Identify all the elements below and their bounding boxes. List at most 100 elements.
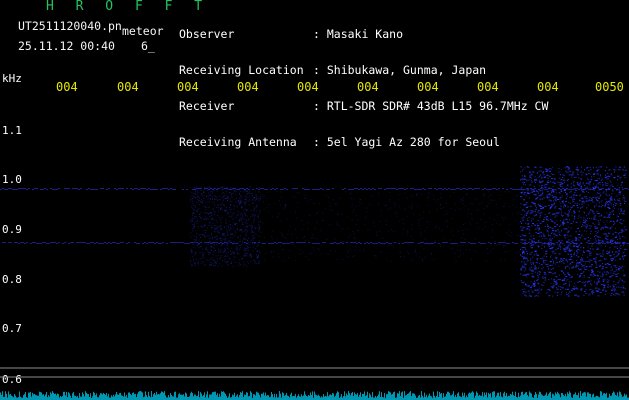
signal-pixel — [542, 237, 544, 239]
signal-pixel — [2, 242, 4, 243]
signal-pixel — [193, 235, 195, 237]
signal-pixel — [254, 228, 256, 230]
signal-pixel — [426, 243, 428, 245]
signal-pixel — [294, 228, 296, 230]
signal-pixel — [239, 191, 241, 193]
baseline-bar — [298, 394, 299, 400]
signal-pixel — [201, 201, 203, 203]
signal-pixel — [574, 189, 576, 191]
x-tick-label: 004 — [477, 80, 499, 94]
signal-pixel — [521, 186, 523, 188]
signal-pixel — [259, 252, 261, 254]
signal-pixel — [524, 258, 526, 260]
signal-pixel — [192, 212, 194, 214]
signal-pixel — [413, 212, 415, 214]
baseline-bar — [248, 396, 249, 400]
signal-pixel — [380, 241, 382, 243]
signal-pixel — [78, 242, 80, 243]
signal-pixel — [206, 189, 208, 191]
baseline-bar — [589, 393, 590, 400]
signal-pixel — [146, 189, 148, 190]
signal-pixel — [550, 282, 552, 284]
baseline-bar — [325, 395, 326, 400]
signal-pixel — [535, 208, 537, 210]
signal-pixel — [191, 252, 193, 254]
signal-pixel — [616, 255, 619, 257]
signal-pixel — [603, 286, 605, 288]
baseline-bar — [240, 392, 241, 400]
signal-pixel — [211, 233, 213, 235]
signal-pixel — [551, 177, 554, 179]
signal-pixel — [606, 279, 608, 281]
signal-pixel — [589, 166, 591, 168]
signal-pixel — [602, 254, 604, 256]
signal-pixel — [231, 233, 233, 235]
signal-pixel — [108, 188, 110, 189]
signal-pixel — [521, 170, 523, 172]
signal-pixel — [596, 275, 599, 277]
signal-pixel — [302, 242, 304, 243]
signal-pixel — [563, 179, 566, 181]
signal-pixel — [577, 262, 579, 264]
signal-pixel — [120, 242, 122, 243]
signal-pixel — [611, 199, 613, 201]
signal-pixel — [542, 219, 545, 221]
signal-pixel — [321, 253, 323, 255]
signal-pixel — [221, 208, 223, 210]
signal-pixel — [534, 205, 536, 207]
signal-pixel — [240, 195, 242, 197]
signal-pixel — [198, 200, 200, 202]
signal-pixel — [534, 180, 536, 182]
signal-pixel — [580, 269, 582, 271]
signal-pixel — [546, 174, 549, 176]
baseline-bar — [94, 392, 95, 400]
signal-pixel — [615, 231, 617, 233]
signal-pixel — [533, 240, 535, 242]
baseline-bar — [437, 391, 438, 400]
baseline-bar — [592, 394, 593, 400]
signal-pixel — [462, 188, 464, 189]
signal-pixel — [520, 235, 522, 237]
signal-pixel — [619, 176, 622, 178]
signal-pixel — [606, 241, 609, 243]
signal-pixel — [591, 218, 593, 220]
signal-pixel — [618, 265, 620, 267]
signal-pixel — [201, 192, 203, 194]
signal-pixel — [192, 256, 194, 258]
signal-pixel — [541, 190, 543, 192]
count-label: 6_ — [141, 39, 155, 53]
baseline-bar — [347, 395, 348, 400]
signal-pixel — [201, 225, 203, 227]
signal-pixel — [256, 250, 258, 252]
signal-pixel — [296, 217, 298, 219]
signal-pixel — [587, 192, 589, 194]
signal-pixel — [263, 195, 265, 197]
signal-pixel — [516, 189, 518, 190]
signal-pixel — [592, 222, 594, 224]
signal-pixel — [303, 197, 305, 199]
signal-pixel — [553, 260, 555, 262]
signal-pixel — [122, 188, 124, 189]
signal-pixel — [534, 266, 536, 268]
signal-pixel — [555, 275, 558, 277]
signal-pixel — [205, 248, 207, 250]
signal-pixel — [517, 213, 519, 215]
signal-pixel — [522, 282, 524, 284]
signal-pixel — [571, 176, 573, 178]
signal-pixel — [440, 192, 442, 194]
signal-pixel — [552, 230, 555, 232]
signal-pixel — [240, 207, 242, 209]
signal-pixel — [570, 202, 572, 204]
signal-pixel — [375, 233, 377, 235]
signal-pixel — [553, 279, 556, 281]
signal-pixel — [237, 249, 239, 251]
baseline-bar — [613, 391, 614, 400]
signal-pixel — [217, 230, 219, 232]
signal-pixel — [240, 200, 242, 202]
signal-pixel — [238, 259, 240, 261]
signal-pixel — [572, 174, 574, 176]
baseline-bar — [476, 391, 477, 400]
signal-pixel — [331, 243, 333, 245]
signal-pixel — [490, 199, 492, 201]
signal-pixel — [297, 201, 299, 203]
